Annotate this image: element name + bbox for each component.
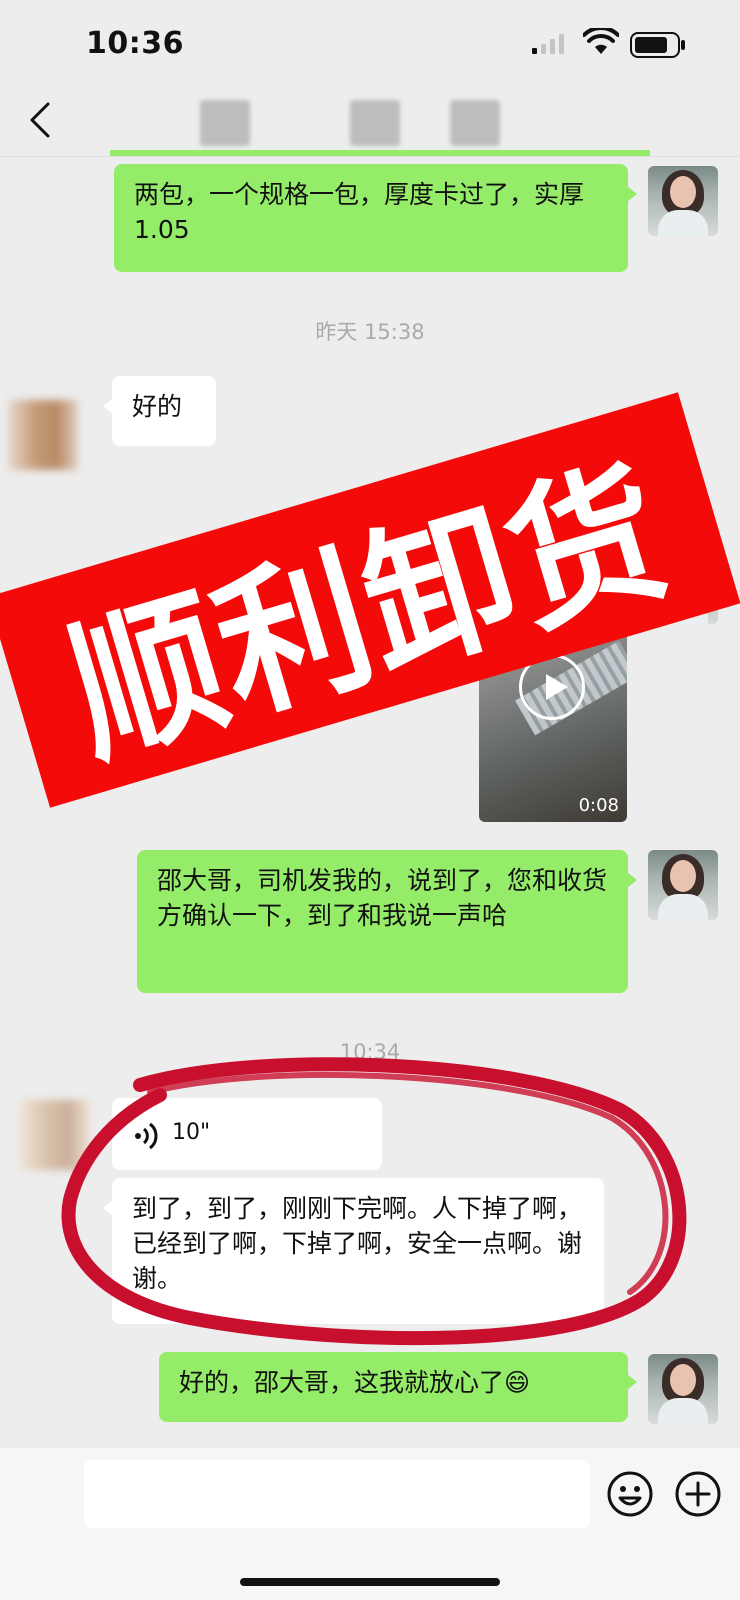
message-text: 两包，一个规格一包，厚度卡过了，实厚1.05 bbox=[134, 180, 585, 244]
message-bubble-sent[interactable]: 邵大哥，司机发我的，说到了，您和收货方确认一下，到了和我说一声哈 bbox=[137, 850, 637, 993]
signal-icon bbox=[532, 34, 564, 54]
message-input[interactable] bbox=[84, 1460, 590, 1528]
message-bubble-sent[interactable]: 两包，一个规格一包，厚度卡过了，实厚1.05 bbox=[114, 164, 637, 272]
previous-bubble-edge bbox=[110, 150, 650, 156]
voice-duration: 10" bbox=[172, 1120, 211, 1145]
avatar-contact-blurred[interactable] bbox=[8, 400, 78, 470]
back-arrow-icon[interactable] bbox=[28, 100, 52, 140]
banner-overlay: 顺利卸货 bbox=[0, 392, 740, 808]
wifi-icon bbox=[583, 28, 619, 54]
home-indicator bbox=[240, 1578, 500, 1586]
message-text: 到了，到了，刚刚下完啊。人下掉了啊，已经到了啊，下掉了啊，安全一点啊。谢谢。 bbox=[132, 1194, 583, 1293]
timestamp: 昨天 15:38 bbox=[315, 320, 425, 344]
message-text: 好的 bbox=[132, 392, 183, 421]
timestamp: 10:34 bbox=[339, 1040, 401, 1064]
voice-wave-icon bbox=[135, 1122, 158, 1150]
message-text: 好的，邵大哥，这我就放心了😄 bbox=[179, 1368, 531, 1397]
battery-icon bbox=[630, 32, 685, 58]
avatar-self[interactable] bbox=[648, 850, 718, 920]
chat-title-blurred bbox=[200, 100, 250, 146]
status-bar: 10:36 bbox=[0, 0, 740, 88]
message-bubble-received[interactable]: 好的 bbox=[103, 376, 216, 446]
status-time: 10:36 bbox=[86, 26, 184, 61]
message-bubble-sent[interactable]: 好的，邵大哥，这我就放心了😄 bbox=[159, 1352, 637, 1422]
video-duration: 0:08 bbox=[578, 795, 619, 816]
chat-title-blurred bbox=[450, 100, 500, 146]
plus-icon[interactable] bbox=[674, 1470, 722, 1518]
chat-title-blurred bbox=[350, 100, 400, 146]
message-bubble-received[interactable]: 到了，到了，刚刚下完啊。人下掉了啊，已经到了啊，下掉了啊，安全一点啊。谢谢。 bbox=[103, 1178, 604, 1324]
avatar-self[interactable] bbox=[648, 166, 718, 236]
avatar-contact-blurred[interactable] bbox=[20, 1100, 90, 1170]
emoji-icon[interactable] bbox=[606, 1470, 654, 1518]
message-text: 邵大哥，司机发我的，说到了，您和收货方确认一下，到了和我说一声哈 bbox=[157, 866, 608, 930]
avatar-self[interactable] bbox=[648, 1354, 718, 1424]
